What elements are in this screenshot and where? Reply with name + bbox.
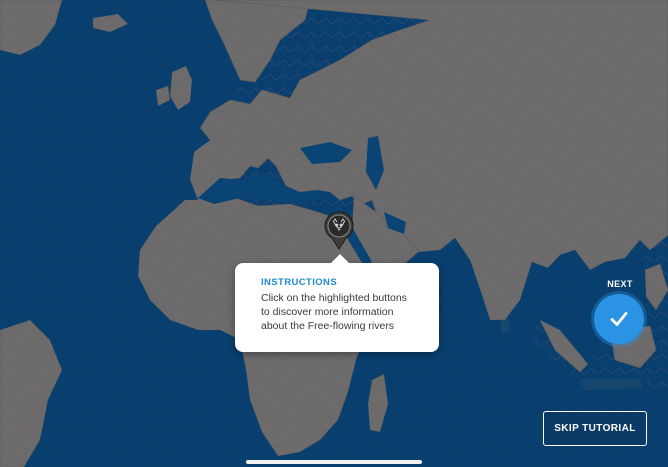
instructions-tooltip: INSTRUCTIONS Click on the highlighted bu… <box>235 254 439 352</box>
tooltip-arrow <box>331 254 349 263</box>
tooltip-line: to discover more information <box>261 306 394 318</box>
home-indicator <box>246 460 422 464</box>
tooltip-line: Click on the highlighted buttons <box>261 292 407 304</box>
tooltip-body: Click on the highlighted buttons to disc… <box>261 291 427 333</box>
map-hotspot-pin[interactable] <box>322 210 356 250</box>
skip-tutorial-button[interactable]: SKIP TUTORIAL <box>543 411 647 446</box>
checkmark-icon <box>610 312 628 326</box>
tooltip-title: INSTRUCTIONS <box>261 277 338 288</box>
tooltip-line: about the Free-flowing rivers <box>261 320 395 332</box>
next-button[interactable] <box>594 294 644 344</box>
next-label: NEXT <box>607 279 633 289</box>
